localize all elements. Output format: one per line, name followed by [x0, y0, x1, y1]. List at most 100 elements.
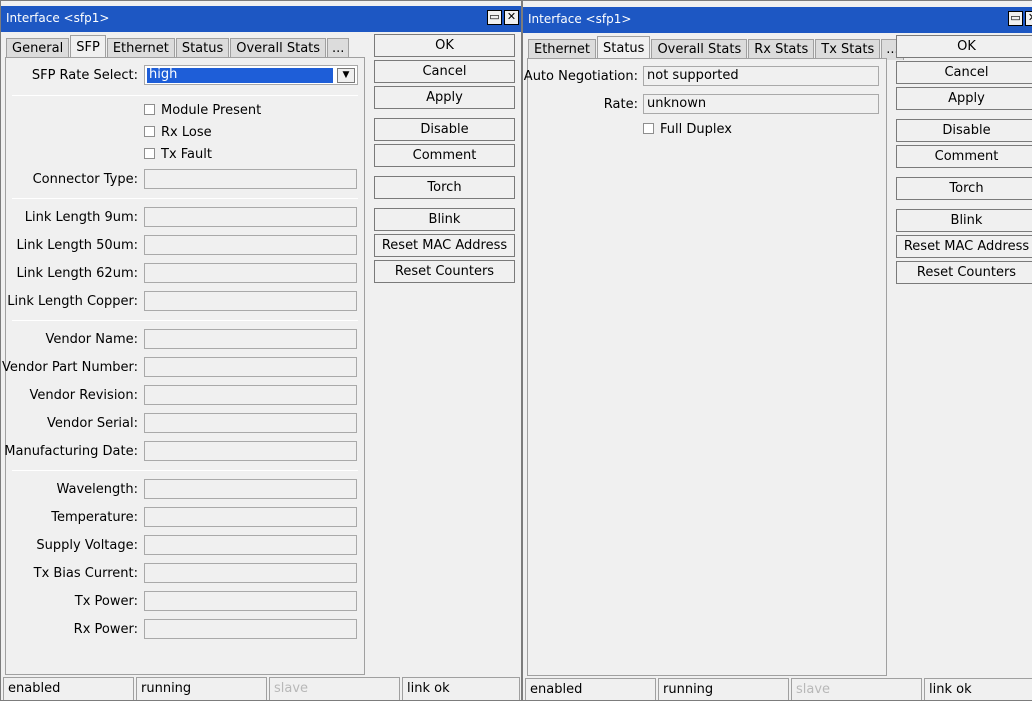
sfp-rate-select-value: high [147, 68, 333, 83]
full-duplex-checkbox[interactable]: Full Duplex [643, 122, 732, 137]
tab-status[interactable]: Status [175, 38, 230, 59]
tx-bias-current-label: Tx Bias Current: [33, 566, 138, 581]
link-length-copper-label: Link Length Copper: [7, 294, 138, 309]
vendor-serial-label: Vendor Serial: [47, 416, 138, 431]
status-link: link ok [402, 677, 520, 700]
separator [12, 198, 358, 199]
tx-fault-checkbox[interactable]: Tx Fault [144, 147, 212, 162]
wavelength-label: Wavelength: [56, 482, 139, 497]
rx-power-label: Rx Power: [73, 622, 138, 637]
tab-overall-stats[interactable]: Overall Stats [651, 39, 748, 60]
reset-mac-address-button[interactable]: Reset MAC Address [374, 234, 515, 257]
comment-button[interactable]: Comment [896, 145, 1032, 168]
vendor-serial-field[interactable] [144, 413, 357, 433]
interface-window-status: Interface <sfp1> ▭ ✕ Ethernet Status Ove… [522, 0, 1032, 701]
module-present-checkbox[interactable]: Module Present [144, 103, 261, 118]
status-enabled: enabled [525, 678, 656, 700]
temperature-label: Temperature: [51, 510, 138, 525]
vendor-revision-field[interactable] [144, 385, 357, 405]
rx-lose-label: Rx Lose [161, 125, 212, 140]
supply-voltage-field[interactable] [144, 535, 357, 555]
window-title: Interface <sfp1> [528, 12, 632, 26]
reset-counters-button[interactable]: Reset Counters [374, 260, 515, 283]
tx-fault-label: Tx Fault [161, 147, 212, 162]
interface-window-sfp: Interface <sfp1> ▭ ✕ General SFP Etherne… [0, 0, 522, 701]
auto-negotiation-field[interactable]: not supported [643, 66, 879, 86]
wavelength-field[interactable] [144, 479, 357, 499]
separator [12, 470, 358, 471]
temperature-field[interactable] [144, 507, 357, 527]
disable-button[interactable]: Disable [896, 119, 1032, 142]
tab-rx-stats[interactable]: Rx Stats [748, 39, 815, 60]
dropdown-arrow-icon[interactable]: ▼ [337, 68, 355, 83]
tab-general[interactable]: General [6, 38, 70, 59]
apply-button[interactable]: Apply [374, 86, 515, 109]
status-running: running [136, 677, 267, 700]
vendor-name-label: Vendor Name: [45, 332, 138, 347]
window-title: Interface <sfp1> [6, 11, 110, 25]
status-running: running [658, 678, 789, 700]
link-length-50um-label: Link Length 50um: [16, 238, 138, 253]
close-icon[interactable]: ✕ [504, 10, 519, 25]
connector-type-field[interactable] [144, 169, 357, 189]
sfp-tab-panel: SFP Rate Select: high ▼ Module Present R… [2, 57, 365, 675]
checkbox-box[interactable] [144, 148, 155, 159]
module-present-label: Module Present [161, 103, 262, 118]
ok-button[interactable]: OK [896, 35, 1032, 58]
sfp-rate-select-label: SFP Rate Select: [31, 68, 138, 83]
comment-button[interactable]: Comment [374, 144, 515, 167]
blink-button[interactable]: Blink [374, 208, 515, 231]
vendor-name-field[interactable] [144, 329, 357, 349]
full-duplex-label: Full Duplex [660, 122, 732, 137]
torch-button[interactable]: Torch [374, 176, 515, 199]
status-slave: slave [791, 678, 922, 700]
tx-bias-current-field[interactable] [144, 563, 357, 583]
supply-voltage-label: Supply Voltage: [36, 538, 138, 553]
rx-power-field[interactable] [144, 619, 357, 639]
reset-mac-address-button[interactable]: Reset MAC Address [896, 235, 1032, 258]
link-length-9um-field[interactable] [144, 207, 357, 227]
blink-button[interactable]: Blink [896, 209, 1032, 232]
status-link: link ok [924, 678, 1032, 700]
vendor-part-number-field[interactable] [144, 357, 357, 377]
tab-more[interactable]: ... [327, 38, 350, 59]
tx-power-label: Tx Power: [74, 594, 138, 609]
restore-icon[interactable]: ▭ [487, 10, 502, 25]
tab-ethernet[interactable]: Ethernet [106, 38, 175, 59]
reset-counters-button[interactable]: Reset Counters [896, 261, 1032, 284]
tx-power-field[interactable] [144, 591, 357, 611]
checkbox-box[interactable] [144, 126, 155, 137]
torch-button[interactable]: Torch [896, 177, 1032, 200]
manufacturing-date-label: Manufacturing Date: [4, 444, 138, 459]
checkbox-box[interactable] [144, 104, 155, 115]
ok-button[interactable]: OK [374, 34, 515, 57]
close-icon[interactable]: ✕ [1025, 11, 1032, 26]
sfp-rate-select[interactable]: high ▼ [144, 65, 358, 85]
separator [12, 320, 358, 321]
connector-type-label: Connector Type: [32, 172, 138, 187]
checkbox-box[interactable] [643, 123, 654, 134]
window-titlebar[interactable]: Interface <sfp1> ▭ ✕ [1, 6, 521, 32]
link-length-62um-field[interactable] [144, 263, 357, 283]
window-titlebar[interactable]: Interface <sfp1> ▭ ✕ [523, 7, 1032, 33]
vendor-revision-label: Vendor Revision: [29, 388, 138, 403]
disable-button[interactable]: Disable [374, 118, 515, 141]
manufacturing-date-field[interactable] [144, 441, 357, 461]
cancel-button[interactable]: Cancel [374, 60, 515, 83]
tab-overall-stats[interactable]: Overall Stats [230, 38, 327, 59]
tab-tx-stats[interactable]: Tx Stats [815, 39, 881, 60]
separator [12, 95, 358, 96]
rx-lose-checkbox[interactable]: Rx Lose [144, 125, 212, 140]
tab-ethernet[interactable]: Ethernet [528, 39, 596, 60]
rate-label: Rate: [603, 97, 638, 112]
link-length-9um-label: Link Length 9um: [24, 210, 138, 225]
apply-button[interactable]: Apply [896, 87, 1032, 110]
link-length-50um-field[interactable] [144, 235, 357, 255]
cancel-button[interactable]: Cancel [896, 61, 1032, 84]
auto-negotiation-label: Auto Negotiation: [523, 69, 638, 84]
status-slave: slave [269, 677, 400, 700]
restore-icon[interactable]: ▭ [1008, 11, 1023, 26]
link-length-copper-field[interactable] [144, 291, 357, 311]
rate-field[interactable]: unknown [643, 94, 879, 114]
status-tab-panel: Auto Negotiation: not supported Rate: un… [523, 58, 887, 676]
